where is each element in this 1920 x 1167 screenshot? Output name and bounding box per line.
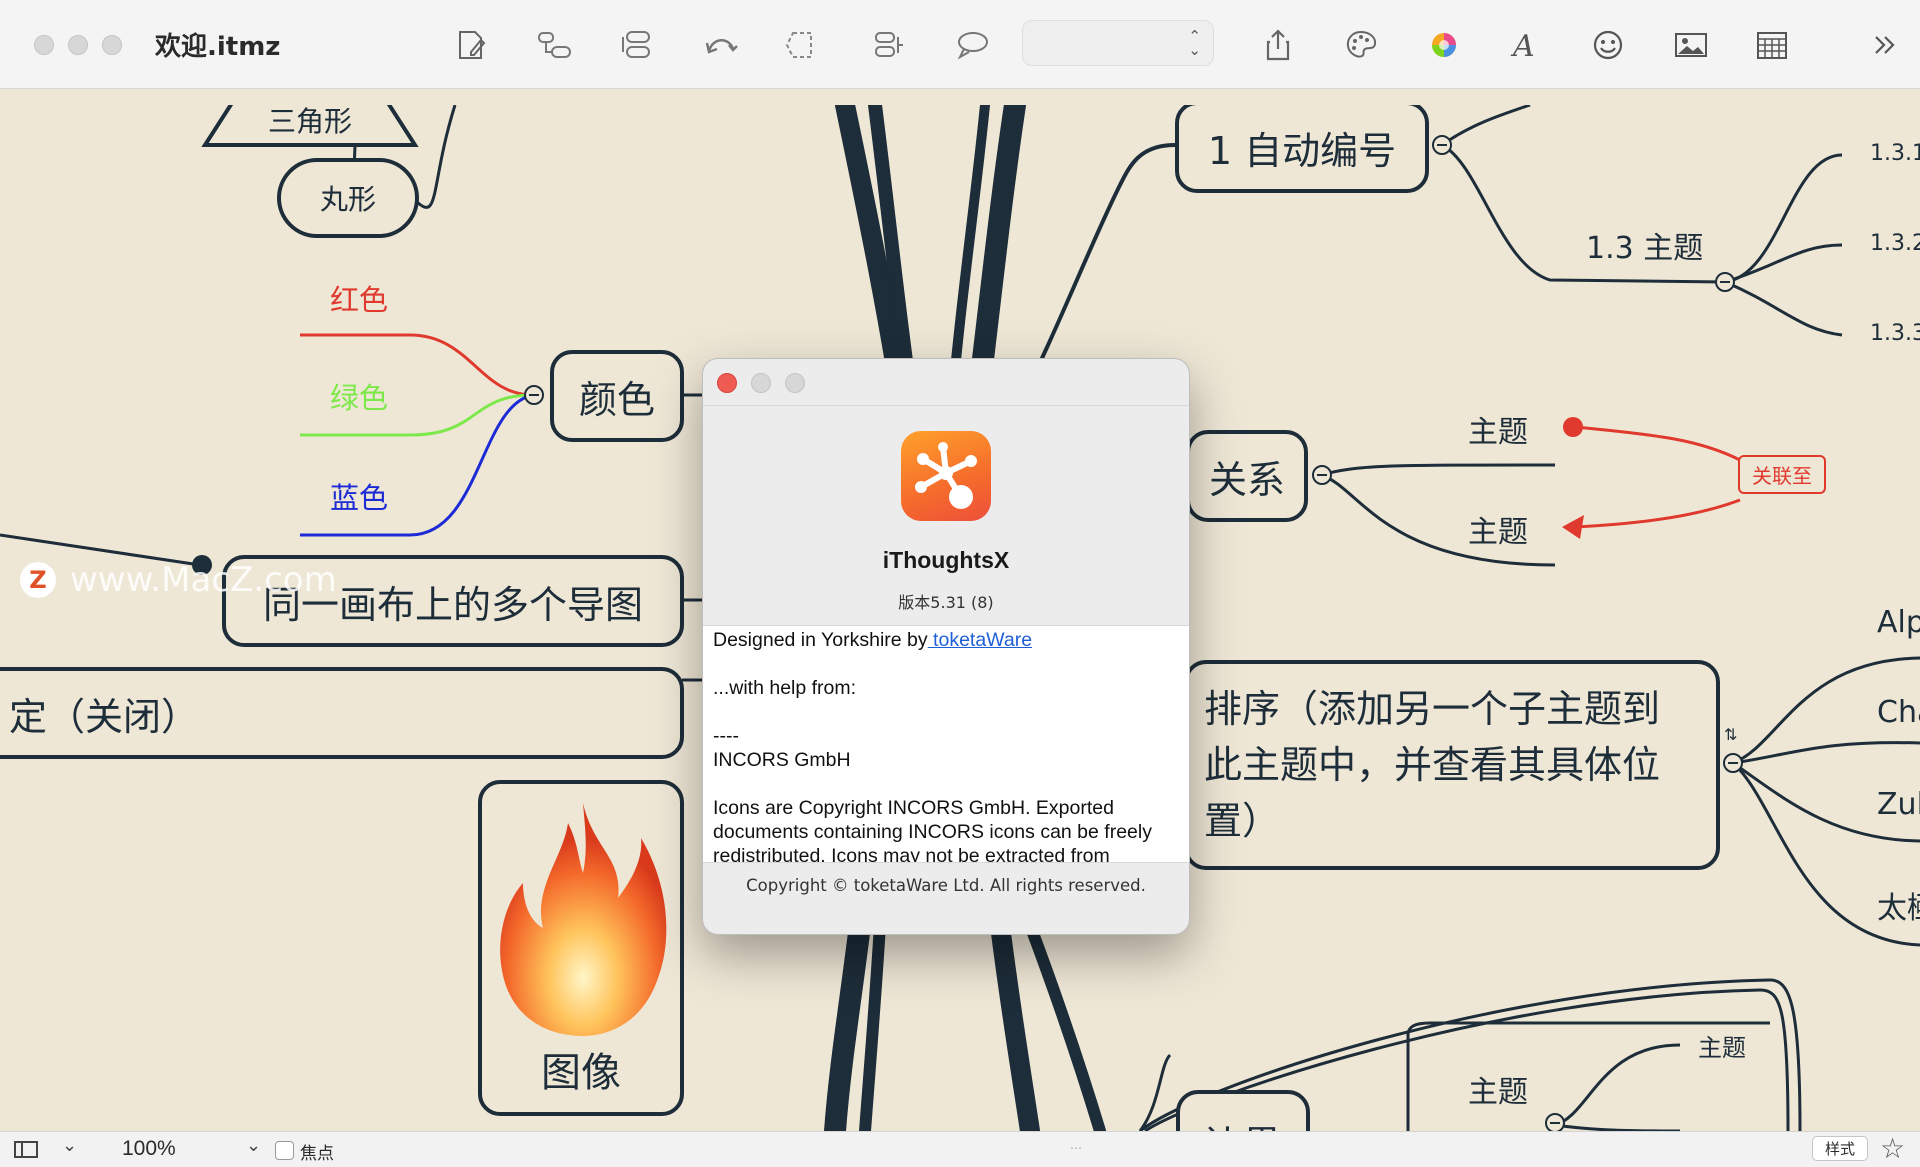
calendar-icon[interactable] [1749, 22, 1795, 68]
fire-icon [500, 803, 667, 1036]
image-icon[interactable] [1668, 22, 1714, 68]
document-title: 欢迎.itmz [155, 32, 281, 62]
emoji-icon[interactable] [1585, 22, 1631, 68]
app-logo-icon [901, 431, 991, 521]
undo-icon[interactable] [698, 22, 744, 68]
designed-prefix: Designed in Yorkshire by [713, 629, 928, 651]
color-blue-label[interactable]: 蓝色 [330, 475, 388, 517]
color-green-label[interactable]: 绿色 [330, 375, 388, 417]
sort-order-icon: ⇅ [1724, 725, 1738, 744]
copyright-text: Copyright © toketaWare Ltd. All rights r… [746, 876, 1146, 895]
zoom-window-button[interactable] [102, 35, 122, 55]
resize-grip-icon[interactable]: … [1070, 1138, 1082, 1152]
style-button[interactable]: 样式 [1812, 1136, 1869, 1161]
favorite-star-icon[interactable]: ☆ [1880, 1132, 1905, 1165]
separator-text: ---- [713, 725, 739, 747]
credits-text-area[interactable]: Designed in Yorkshire by toketaWare ...w… [703, 625, 1189, 863]
stepper-arrows-icon: ⌃ ⌄ [1188, 27, 1201, 59]
minimize-window-button[interactable] [68, 35, 88, 55]
app-version: 版本5.31 (8) [898, 593, 994, 612]
collapse-bottom-icon[interactable] [1545, 1113, 1565, 1131]
focus-checkbox[interactable] [275, 1141, 294, 1160]
color-wheel-icon[interactable] [1421, 22, 1467, 68]
toketaware-link[interactable]: toketaWare [928, 629, 1032, 651]
bottom-topic-a[interactable]: 主题 [1698, 1028, 1746, 1063]
triangle-node[interactable]: 三角形 [200, 105, 420, 147]
boundary-icon[interactable] [778, 22, 824, 68]
colors-node-label: 颜色 [578, 377, 655, 422]
about-close-button[interactable] [717, 373, 737, 393]
callout-icon[interactable] [949, 22, 995, 68]
relation-start-dot [1563, 417, 1583, 437]
relation-arrowhead [1562, 515, 1584, 539]
collapse-colors-icon[interactable] [524, 385, 544, 405]
relation-node-label: 关系 [1208, 457, 1285, 502]
about-dialog: iThoughtsX 版本5.31 (8) Designed in Yorksh… [702, 358, 1190, 935]
topic-1-3-label[interactable]: 1.3 主题 [1586, 223, 1703, 267]
sort-node[interactable]: 排序（添加另一个子主题到 此主题中，并查看其具体位 置） [1184, 660, 1720, 870]
palette-icon[interactable] [1338, 22, 1384, 68]
overflow-chevron-icon[interactable] [1862, 22, 1908, 68]
sort-node-line1: 排序（添加另一个子主题到 [1204, 687, 1661, 731]
zoom-level[interactable]: 100% [122, 1137, 176, 1161]
topic-1-3-2-label[interactable]: 1.3.2 [1870, 231, 1920, 256]
auto-number-node[interactable]: 1 自动编号 [1175, 105, 1429, 193]
collapse-topic-1-3-icon[interactable] [1715, 272, 1735, 292]
bottom-node-label: 边界 [1205, 1114, 1281, 1131]
watermark-logo-icon: Z [20, 562, 56, 598]
close-window-button[interactable] [34, 35, 54, 55]
round-node[interactable]: 丸形 [277, 158, 419, 238]
incors-text: INCORS GmbH [713, 749, 851, 771]
color-red-label[interactable]: 红色 [330, 277, 388, 319]
sidebar-toggle-icon[interactable] [14, 1141, 38, 1158]
fixed-closed-node[interactable]: 定（关闭） [0, 667, 684, 759]
collapse-relation-icon[interactable] [1312, 465, 1332, 485]
new-topic-icon[interactable] [448, 22, 494, 68]
auto-number-label: 1 自动编号 [1207, 128, 1397, 173]
colors-node[interactable]: 颜色 [550, 350, 684, 442]
round-label: 丸形 [319, 183, 376, 216]
collapse-sort-icon[interactable] [1723, 753, 1743, 773]
focus-label: 焦点 [300, 1144, 334, 1164]
triangle-label: 三角形 [267, 105, 352, 138]
sort-child-2[interactable]: Cha [1877, 695, 1920, 730]
topic-1-3-3-label[interactable]: 1.3.3 [1870, 321, 1920, 346]
expand-icon[interactable] [866, 22, 912, 68]
help-from-text: ...with help from: [713, 677, 857, 699]
image-node-label: 图像 [541, 1050, 621, 1096]
image-node[interactable]: 图像 [478, 780, 684, 1116]
watermark-text: www.MacZ.com [70, 560, 337, 600]
sort-child-1[interactable]: Alp [1877, 605, 1920, 640]
sort-node-line2: 此主题中，并查看其具体位 [1204, 743, 1661, 787]
style-select[interactable]: ⌃ ⌄ [1022, 20, 1214, 66]
collapse-auto-number-icon[interactable] [1432, 135, 1452, 155]
relation-node[interactable]: 关系 [1186, 430, 1308, 522]
add-child-icon[interactable] [531, 22, 577, 68]
status-bar: ⌄ 100% ⌄ 焦点 … 样式 ☆ [0, 1131, 1920, 1167]
sidebar-menu-chevron-icon[interactable]: ⌄ [62, 1135, 77, 1156]
share-icon[interactable] [1255, 22, 1301, 68]
sort-child-4[interactable]: 太極 [1877, 883, 1920, 927]
bottom-topic-b[interactable]: 主题 [1468, 1067, 1528, 1111]
watermark: Z www.MacZ.com [20, 560, 337, 600]
relation-topic-a[interactable]: 主题 [1468, 407, 1528, 451]
zoom-menu-chevron-icon[interactable]: ⌄ [246, 1135, 261, 1156]
sort-node-line3: 置） [1204, 799, 1281, 843]
fixed-closed-label: 定（关闭） [9, 694, 200, 739]
bottom-node[interactable]: 边界 [1176, 1090, 1310, 1131]
about-minimize-button[interactable] [751, 373, 771, 393]
font-icon[interactable]: A [1500, 22, 1546, 68]
app-name: iThoughtsX [882, 547, 1010, 573]
about-zoom-button[interactable] [785, 373, 805, 393]
icons-copyright-text: Icons are Copyright INCORS GmbH. Exporte… [713, 797, 1152, 863]
sort-child-3[interactable]: Zul [1877, 787, 1920, 822]
add-sibling-icon[interactable] [616, 22, 662, 68]
svg-text:A: A [1510, 29, 1535, 63]
relation-link-label[interactable]: 关联至 [1738, 455, 1826, 494]
relation-topic-b[interactable]: 主题 [1468, 507, 1528, 551]
topic-1-3-1-label[interactable]: 1.3.1 [1870, 141, 1920, 166]
window-toolbar: 欢迎.itmz ⌃ ⌄ A [0, 0, 1920, 89]
